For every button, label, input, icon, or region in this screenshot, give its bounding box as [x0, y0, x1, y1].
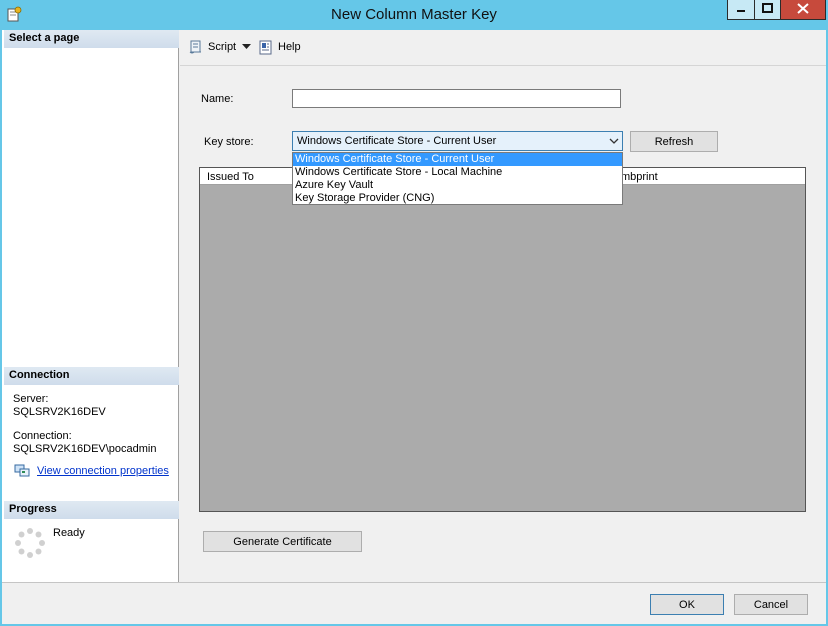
script-button[interactable]: Script: [188, 39, 236, 55]
progress-header: Progress: [4, 501, 179, 519]
generate-certificate-button[interactable]: Generate Certificate: [203, 531, 362, 552]
help-button[interactable]: Help: [258, 39, 301, 55]
cancel-button[interactable]: Cancel: [734, 594, 808, 615]
key-store-option-azure-key-vault[interactable]: Azure Key Vault: [293, 179, 622, 192]
help-label: Help: [278, 41, 301, 53]
connection-properties-icon: [14, 464, 30, 478]
key-store-label: Key store:: [204, 136, 254, 148]
chevron-down-icon: [609, 136, 619, 146]
minimize-icon: [736, 3, 746, 16]
toolbar: Script Help: [180, 30, 826, 66]
view-connection-properties-link[interactable]: View connection properties: [37, 465, 169, 477]
main-panel: Name: Key store: Windows Certificate Sto…: [180, 67, 826, 582]
dialog-footer: OK Cancel: [2, 582, 826, 624]
window-title: New Column Master Key: [331, 6, 497, 23]
server-label: Server:: [13, 393, 49, 405]
dropdown-arrow-icon: [242, 41, 251, 53]
key-store-dropdown-list[interactable]: Windows Certificate Store - Current User…: [292, 152, 623, 205]
dialog-window: New Column Master Key Select a page Conn…: [0, 0, 828, 626]
certificate-grid[interactable]: Issued To mbprint: [199, 167, 806, 512]
close-icon: [797, 2, 809, 17]
close-button[interactable]: [781, 0, 826, 20]
dialog-client: Select a page Connection Server: SQLSRV2…: [2, 30, 826, 624]
minimize-button[interactable]: [727, 0, 754, 20]
progress-status: Ready: [53, 527, 85, 539]
key-store-option-current-user[interactable]: Windows Certificate Store - Current User: [293, 153, 622, 166]
connection-header: Connection: [4, 367, 179, 385]
script-dropdown-button[interactable]: [242, 39, 251, 55]
column-header-thumbprint[interactable]: mbprint: [621, 171, 658, 183]
key-store-option-cng[interactable]: Key Storage Provider (CNG): [293, 192, 622, 205]
connection-value: SQLSRV2K16DEV\pocadmin: [13, 443, 157, 455]
select-page-header: Select a page: [4, 30, 179, 48]
column-header-issued-to[interactable]: Issued To: [207, 171, 254, 183]
refresh-button[interactable]: Refresh: [630, 131, 718, 152]
connection-label: Connection:: [13, 430, 72, 442]
script-icon: [188, 39, 204, 55]
maximize-button[interactable]: [754, 0, 781, 20]
maximize-icon: [762, 3, 773, 16]
title-bar[interactable]: New Column Master Key: [0, 0, 828, 30]
server-value: SQLSRV2K16DEV: [13, 406, 106, 418]
progress-spinner-icon: [14, 527, 46, 559]
key-store-selected-value: Windows Certificate Store - Current User: [297, 135, 497, 147]
help-icon: [258, 39, 274, 55]
script-label: Script: [208, 41, 237, 53]
key-store-option-local-machine[interactable]: Windows Certificate Store - Local Machin…: [293, 166, 622, 179]
ok-button[interactable]: OK: [650, 594, 724, 615]
name-input[interactable]: [292, 89, 621, 108]
name-label: Name:: [201, 93, 234, 105]
key-store-select[interactable]: Windows Certificate Store - Current User: [292, 131, 623, 151]
left-panel: Select a page Connection Server: SQLSRV2…: [2, 30, 179, 582]
